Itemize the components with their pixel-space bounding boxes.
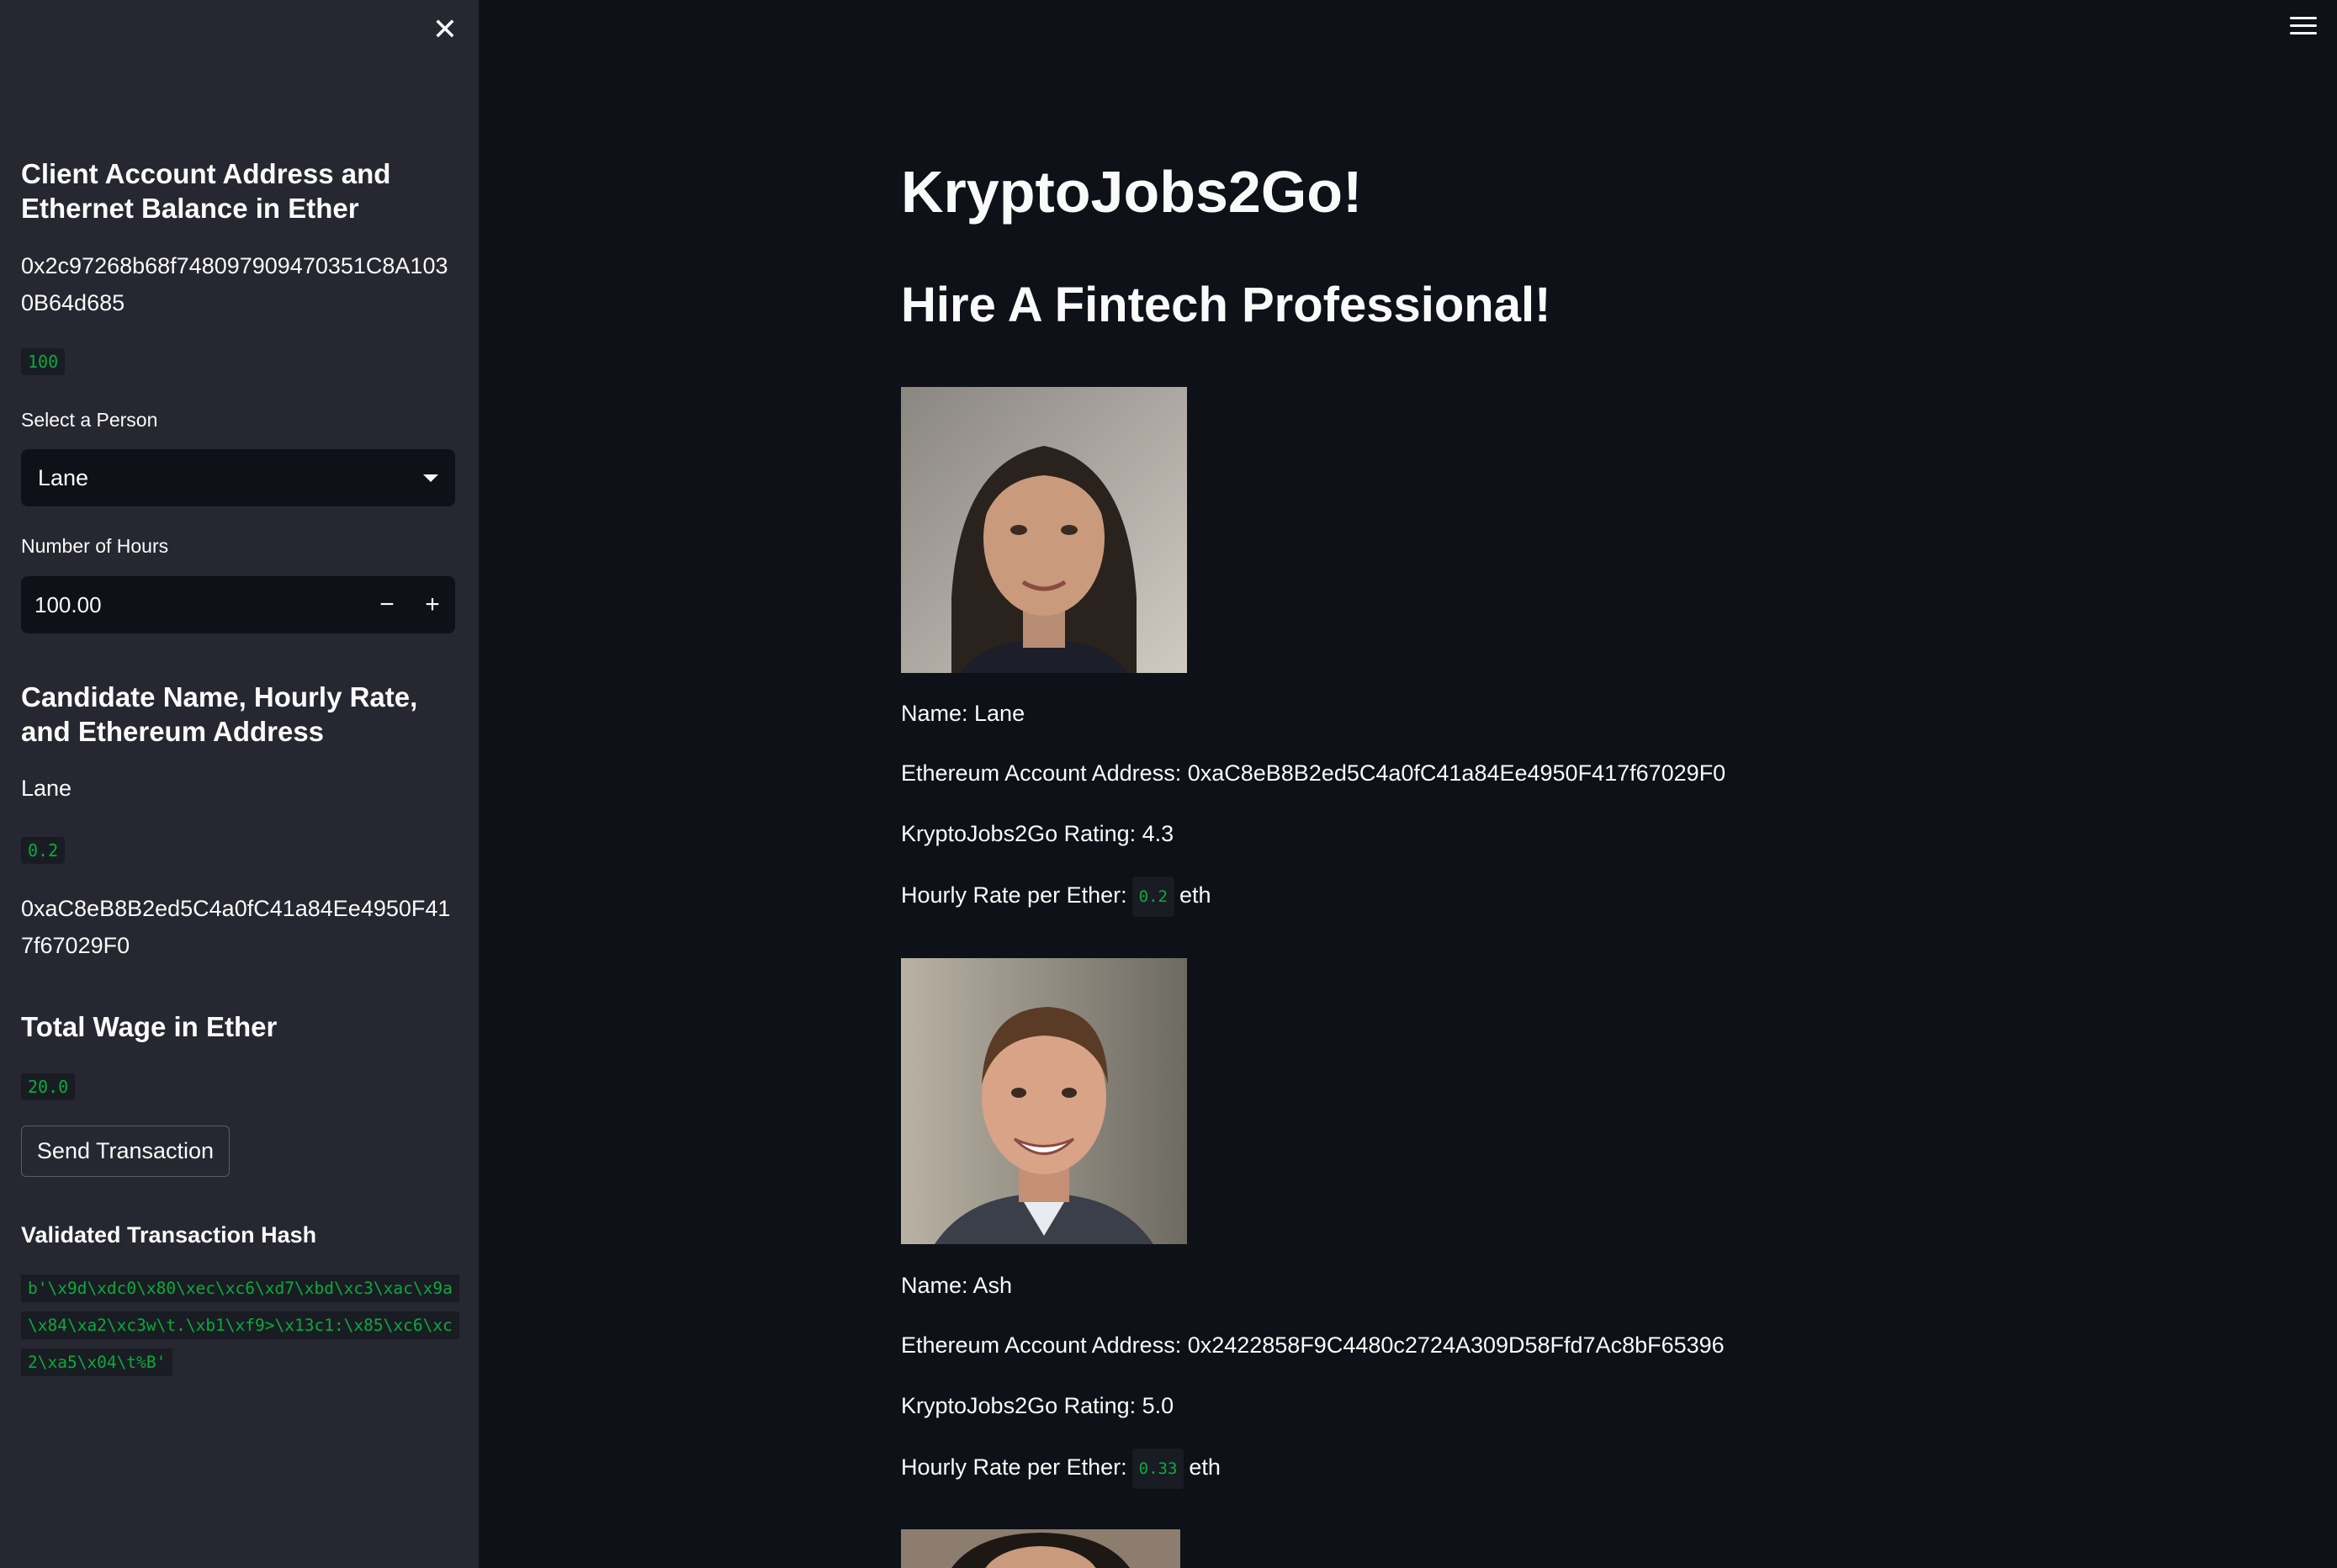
sidebar: ✕ Client Account Address and Ethernet Ba… xyxy=(0,0,479,1568)
page-subtitle: Hire A Fintech Professional! xyxy=(901,278,1551,332)
select-person-dropdown[interactable]: Lane xyxy=(21,449,455,506)
close-icon: ✕ xyxy=(432,12,458,46)
candidate-name: Lane xyxy=(21,776,72,801)
client-account-heading: Client Account Address and Ethernet Bala… xyxy=(21,158,391,224)
hours-number-input: 100.00 − + xyxy=(21,576,455,633)
main-menu-button[interactable] xyxy=(2290,17,2317,39)
transaction-hash-value: b'\x9d\xdc0\x80\xec\xc6\xd7\xbd\xc3\xac\… xyxy=(21,1274,459,1376)
rate-label: Hourly Rate per Ether: xyxy=(901,1454,1127,1481)
candidate-name-lane: Name: Lane xyxy=(901,701,1025,726)
candidate-address-lane: Ethereum Account Address: 0xaC8eB8B2ed5C… xyxy=(901,760,1726,786)
man-portrait-image xyxy=(901,958,1187,1244)
client-balance: 100 xyxy=(21,348,66,375)
woman-portrait-image xyxy=(901,387,1187,673)
send-transaction-button[interactable]: Send Transaction xyxy=(21,1126,230,1177)
candidate-name-ash: Name: Ash xyxy=(901,1273,1013,1298)
portrait-image-partial xyxy=(901,1529,1180,1568)
caret-down-icon xyxy=(423,474,438,482)
transaction-hash-block: b'\x9d\xdc0\x80\xec\xc6\xd7\xbd\xc3\xac\… xyxy=(21,1270,459,1381)
minus-icon: − xyxy=(379,591,395,618)
rate-label: Hourly Rate per Ether: xyxy=(901,882,1127,908)
increment-button[interactable]: + xyxy=(410,576,455,633)
select-person-value: Lane xyxy=(38,464,89,490)
hours-input[interactable]: 100.00 xyxy=(21,592,364,618)
candidate-address-ash: Ethereum Account Address: 0x2422858F9C44… xyxy=(901,1332,1725,1358)
candidate-heading: Candidate Name, Hourly Rate, and Ethereu… xyxy=(21,681,418,747)
hours-label: Number of Hours xyxy=(21,535,169,557)
candidate-rate-row-ash: Hourly Rate per Ether: 0.33 eth xyxy=(901,1449,1221,1489)
page-title: KryptoJobs2Go! xyxy=(901,159,1363,225)
transaction-hash-heading: Validated Transaction Hash xyxy=(21,1222,317,1248)
rate-value: 0.2 xyxy=(1131,877,1174,917)
candidate-rating-lane: KryptoJobs2Go Rating: 4.3 xyxy=(901,821,1174,846)
rate-value: 0.33 xyxy=(1131,1449,1184,1489)
close-sidebar-button[interactable]: ✕ xyxy=(431,12,459,46)
candidate-rate: 0.2 xyxy=(21,837,66,864)
candidate-photo-lane xyxy=(901,387,1187,673)
rate-unit: eth xyxy=(1189,1454,1221,1481)
select-person-label: Select a Person xyxy=(21,409,158,431)
candidate-rate-row-lane: Hourly Rate per Ether: 0.2 eth xyxy=(901,877,1211,917)
candidate-rating-ash: KryptoJobs2Go Rating: 5.0 xyxy=(901,1393,1174,1418)
plus-icon: + xyxy=(425,591,440,618)
candidate-address: 0xaC8eB8B2ed5C4a0fC41a84Ee4950F417f67029… xyxy=(21,896,451,958)
candidate-photo-ash xyxy=(901,958,1187,1244)
client-account-address: 0x2c97268b68f748097909470351C8A1030B64d6… xyxy=(21,253,448,315)
candidate-photo-3 xyxy=(901,1529,1180,1568)
decrement-button[interactable]: − xyxy=(364,576,410,633)
total-wage-heading: Total Wage in Ether xyxy=(21,1011,278,1042)
rate-unit: eth xyxy=(1179,882,1211,908)
total-wage-value: 20.0 xyxy=(21,1073,76,1100)
hamburger-menu-icon xyxy=(2290,17,2317,34)
